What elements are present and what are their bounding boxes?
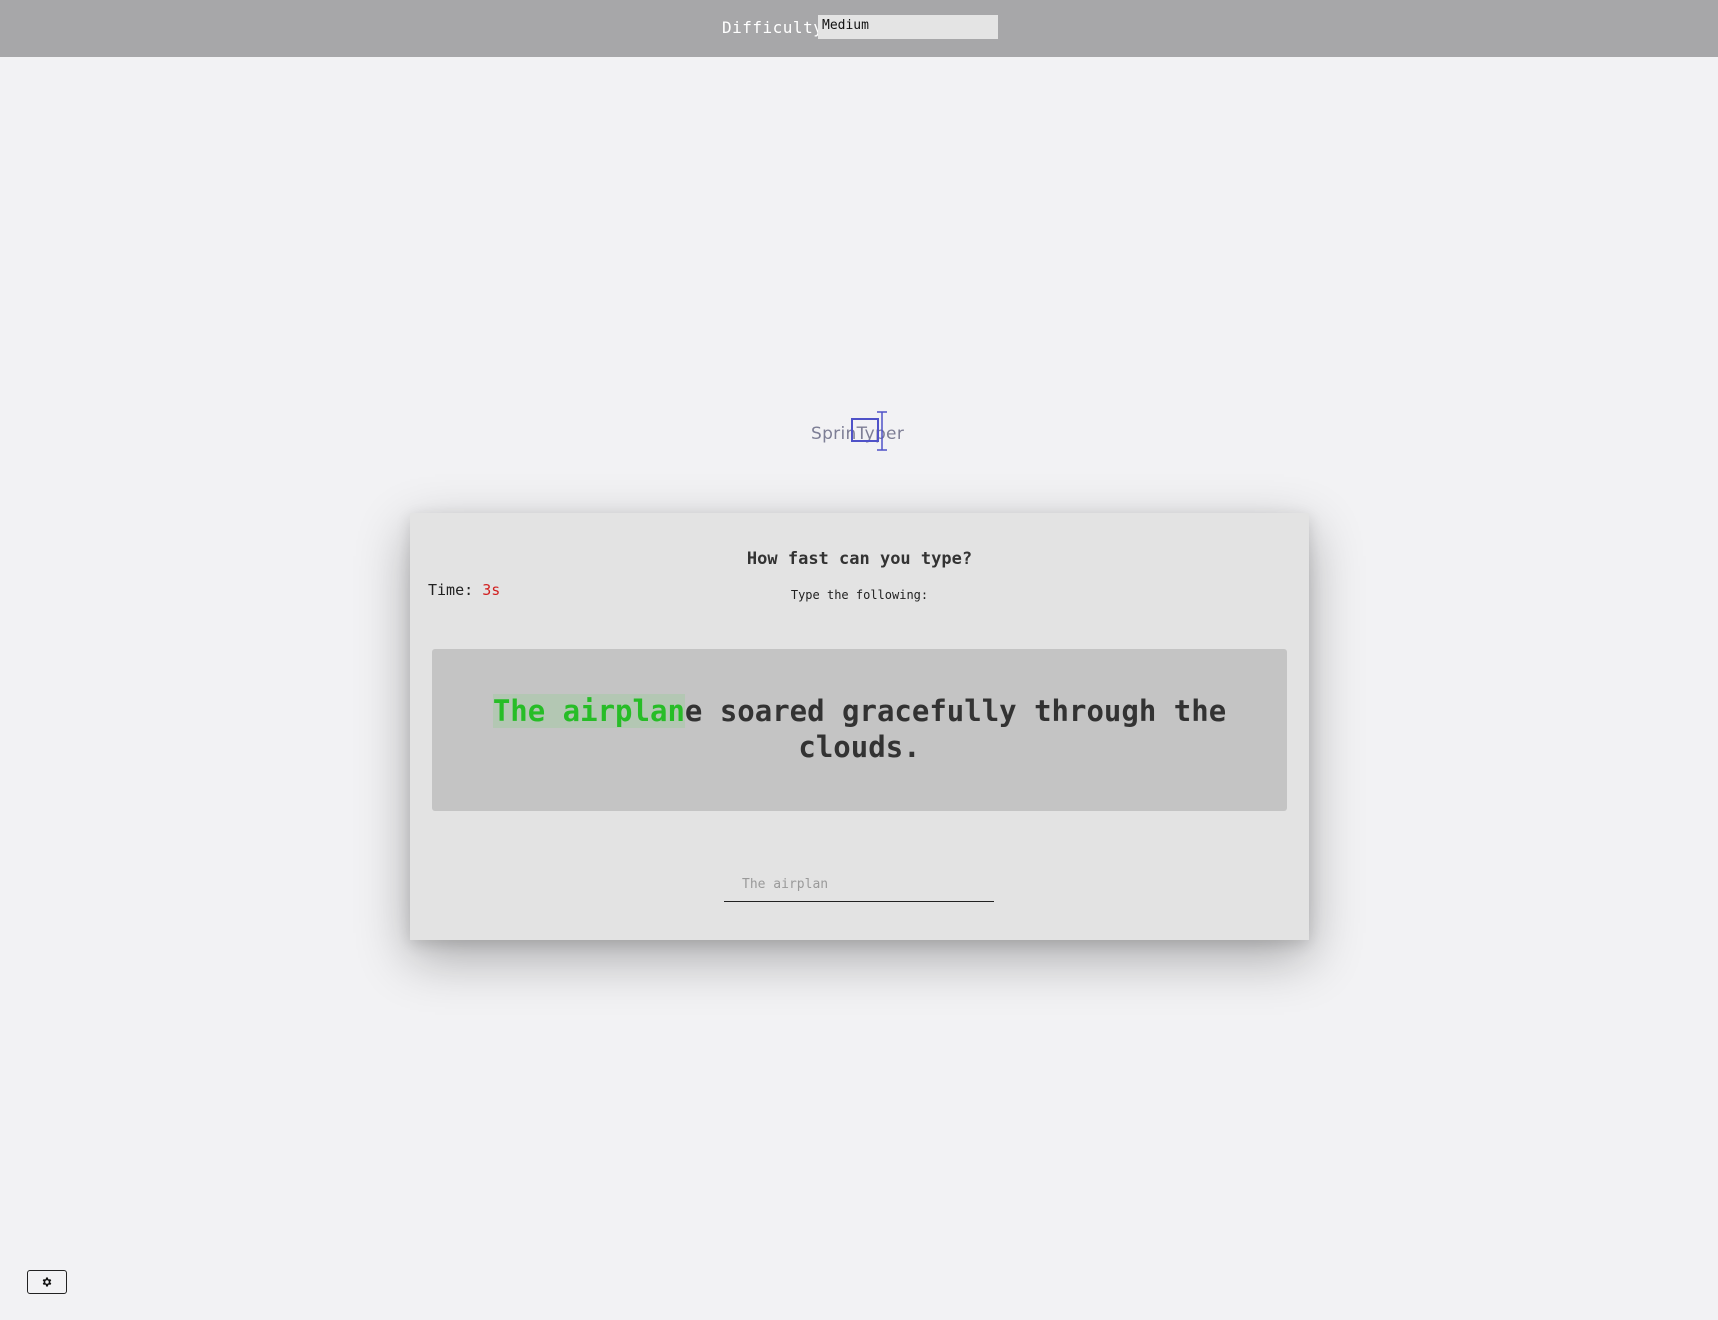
prompt-remaining-portion: e soared gracefully through the clouds. bbox=[684, 694, 1227, 764]
instruction-text: Type the following: bbox=[790, 588, 929, 602]
card-title: How fast can you type? bbox=[746, 549, 973, 569]
top-bar: Difficulty Medium bbox=[0, 0, 1718, 57]
prompt-text: The airplane soared gracefully through t… bbox=[482, 693, 1237, 765]
app-logo: SprinTyper bbox=[811, 410, 911, 458]
difficulty-label: Difficulty bbox=[722, 18, 824, 37]
typing-input-wrapper bbox=[724, 868, 994, 902]
gear-icon bbox=[42, 1277, 52, 1287]
typing-input[interactable] bbox=[724, 868, 994, 901]
prompt-box: The airplane soared gracefully through t… bbox=[432, 649, 1287, 811]
typing-test-card: How fast can you type? Time: 3s Type the… bbox=[410, 513, 1309, 940]
text-cursor-icon bbox=[877, 411, 887, 451]
settings-button[interactable] bbox=[27, 1270, 67, 1294]
prompt-typed-portion: The airplan bbox=[492, 694, 685, 728]
difficulty-select[interactable]: Medium bbox=[818, 15, 998, 39]
